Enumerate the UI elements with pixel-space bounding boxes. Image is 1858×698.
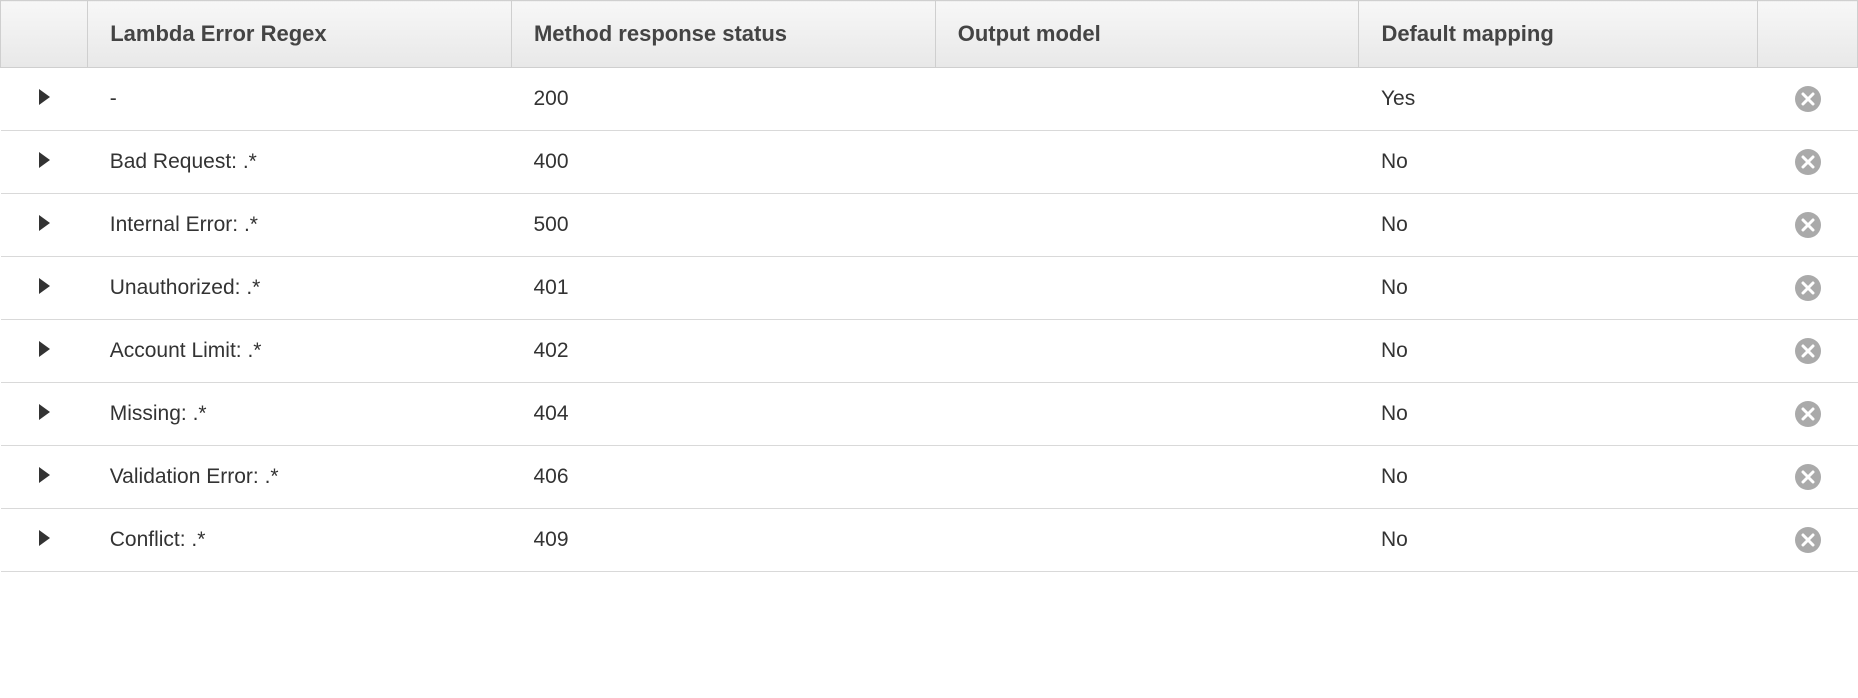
cell-method-status: 500 (511, 194, 935, 257)
cell-default-mapping: No (1359, 446, 1758, 509)
cell-lambda-regex: Validation Error: .* (88, 446, 512, 509)
expand-cell (1, 131, 88, 194)
cell-method-status: 401 (511, 257, 935, 320)
action-cell (1758, 446, 1858, 509)
integration-responses-table: Lambda Error Regex Method response statu… (0, 0, 1858, 572)
cell-lambda-regex: Missing: .* (88, 383, 512, 446)
cell-output-model (935, 320, 1359, 383)
cell-default-mapping: No (1359, 509, 1758, 572)
table-header-row: Lambda Error Regex Method response statu… (1, 1, 1858, 68)
cell-output-model (935, 68, 1359, 131)
action-cell (1758, 131, 1858, 194)
delete-row-icon[interactable] (1795, 464, 1821, 490)
expand-row-icon[interactable] (39, 89, 50, 105)
action-cell (1758, 509, 1858, 572)
cell-output-model (935, 194, 1359, 257)
expand-cell (1, 446, 88, 509)
cell-lambda-regex: Internal Error: .* (88, 194, 512, 257)
action-cell (1758, 320, 1858, 383)
cell-method-status: 402 (511, 320, 935, 383)
cell-method-status: 400 (511, 131, 935, 194)
header-default-mapping: Default mapping (1359, 1, 1758, 68)
expand-cell (1, 383, 88, 446)
action-cell (1758, 194, 1858, 257)
table-row: Missing: .* 404 No (1, 383, 1858, 446)
cell-default-mapping: No (1359, 257, 1758, 320)
cell-default-mapping: No (1359, 320, 1758, 383)
expand-cell (1, 194, 88, 257)
expand-cell (1, 257, 88, 320)
expand-row-icon[interactable] (39, 404, 50, 420)
table-row: Account Limit: .* 402 No (1, 320, 1858, 383)
action-cell (1758, 68, 1858, 131)
action-cell (1758, 383, 1858, 446)
cell-lambda-regex: Account Limit: .* (88, 320, 512, 383)
expand-cell (1, 509, 88, 572)
header-lambda-regex: Lambda Error Regex (88, 1, 512, 68)
table-row: Unauthorized: .* 401 No (1, 257, 1858, 320)
header-method-status: Method response status (511, 1, 935, 68)
cell-method-status: 404 (511, 383, 935, 446)
delete-row-icon[interactable] (1795, 149, 1821, 175)
delete-row-icon[interactable] (1795, 527, 1821, 553)
cell-method-status: 200 (511, 68, 935, 131)
expand-row-icon[interactable] (39, 467, 50, 483)
expand-row-icon[interactable] (39, 152, 50, 168)
cell-default-mapping: No (1359, 131, 1758, 194)
delete-row-icon[interactable] (1795, 212, 1821, 238)
delete-row-icon[interactable] (1795, 86, 1821, 112)
action-cell (1758, 257, 1858, 320)
cell-default-mapping: Yes (1359, 68, 1758, 131)
table-row: Conflict: .* 409 No (1, 509, 1858, 572)
table-row: Internal Error: .* 500 No (1, 194, 1858, 257)
delete-row-icon[interactable] (1795, 275, 1821, 301)
expand-cell (1, 68, 88, 131)
cell-default-mapping: No (1359, 194, 1758, 257)
cell-output-model (935, 446, 1359, 509)
expand-cell (1, 320, 88, 383)
expand-row-icon[interactable] (39, 278, 50, 294)
cell-output-model (935, 131, 1359, 194)
cell-lambda-regex: - (88, 68, 512, 131)
table-row: - 200 Yes (1, 68, 1858, 131)
table-row: Validation Error: .* 406 No (1, 446, 1858, 509)
header-output-model: Output model (935, 1, 1359, 68)
cell-method-status: 406 (511, 446, 935, 509)
cell-default-mapping: No (1359, 383, 1758, 446)
cell-lambda-regex: Conflict: .* (88, 509, 512, 572)
delete-row-icon[interactable] (1795, 401, 1821, 427)
header-actions (1758, 1, 1858, 68)
expand-row-icon[interactable] (39, 215, 50, 231)
table-row: Bad Request: .* 400 No (1, 131, 1858, 194)
expand-row-icon[interactable] (39, 341, 50, 357)
cell-output-model (935, 509, 1359, 572)
cell-lambda-regex: Bad Request: .* (88, 131, 512, 194)
cell-output-model (935, 383, 1359, 446)
cell-lambda-regex: Unauthorized: .* (88, 257, 512, 320)
header-expand (1, 1, 88, 68)
cell-method-status: 409 (511, 509, 935, 572)
expand-row-icon[interactable] (39, 530, 50, 546)
cell-output-model (935, 257, 1359, 320)
delete-row-icon[interactable] (1795, 338, 1821, 364)
